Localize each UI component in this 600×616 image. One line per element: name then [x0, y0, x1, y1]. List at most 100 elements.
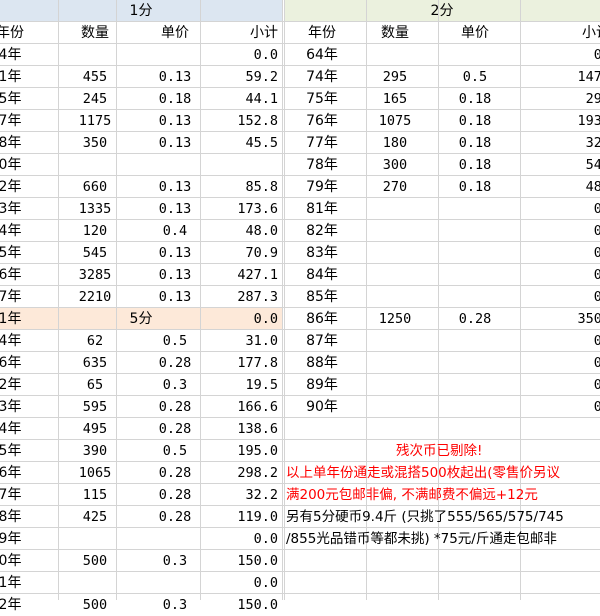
table-2fen-cell[interactable] [360, 198, 430, 220]
table-1fen-cell[interactable]: 0年 [0, 154, 60, 176]
table-1fen-cell[interactable] [200, 154, 278, 176]
table-1fen-cell[interactable]: 7年 [0, 110, 60, 132]
table-2fen-cell[interactable]: 1250 [360, 308, 430, 330]
table-5fen-cell[interactable]: 19.5 [200, 374, 278, 396]
table-2fen-cell[interactable] [360, 264, 430, 286]
table-2fen-cell[interactable]: 0. [500, 286, 600, 308]
table-5fen-cell[interactable]: 4年 [0, 418, 60, 440]
table-2fen-cell[interactable]: 1075 [360, 110, 430, 132]
table-5fen-cell[interactable]: 1065 [60, 462, 130, 484]
table-5fen-cell[interactable]: 32.2 [200, 484, 278, 506]
table-2fen-cell[interactable]: 74年 [284, 66, 360, 88]
table-5fen-cell[interactable]: 62 [60, 330, 130, 352]
table-5fen-cell[interactable]: 0.0 [200, 572, 278, 594]
table-1fen-cell[interactable]: 152.8 [200, 110, 278, 132]
table-2fen-cell[interactable]: 270 [360, 176, 430, 198]
table-2fen-cell[interactable] [360, 352, 430, 374]
table-1fen-cell[interactable]: 2年 [0, 176, 60, 198]
table-1fen-cell[interactable]: 120 [60, 220, 130, 242]
table-5fen-cell[interactable]: 8年 [0, 506, 60, 528]
table-1fen-cell[interactable]: 4年 [0, 44, 60, 66]
table-2fen-cell[interactable]: 77年 [284, 132, 360, 154]
table-2fen-cell[interactable]: 29. [500, 88, 600, 110]
table-2fen-cell[interactable]: 0. [500, 396, 600, 418]
table-2fen-cell[interactable]: 0. [500, 352, 600, 374]
table-1fen-cell[interactable] [60, 308, 130, 330]
table-5fen-cell[interactable]: 150.0 [200, 594, 278, 616]
table-2fen-cell[interactable]: 90年 [284, 396, 360, 418]
table-2fen-cell[interactable] [360, 374, 430, 396]
table-5fen-cell[interactable]: 5年 [0, 440, 60, 462]
table-2fen-cell[interactable] [360, 220, 430, 242]
table-2fen-cell[interactable]: 78年 [284, 154, 360, 176]
table-2fen-cell[interactable]: 147. [500, 66, 600, 88]
table-2fen-cell[interactable]: 84年 [284, 264, 360, 286]
table-5fen-cell[interactable]: 119.0 [200, 506, 278, 528]
table-1fen-cell[interactable]: 70.9 [200, 242, 278, 264]
table-5fen-cell[interactable]: 595 [60, 396, 130, 418]
table-2fen-cell[interactable]: 86年 [284, 308, 360, 330]
table-2fen-cell[interactable] [360, 44, 430, 66]
table-1fen-cell[interactable]: 5年 [0, 242, 60, 264]
table-2fen-cell[interactable] [360, 396, 430, 418]
table-1fen-cell[interactable]: 0.0 [200, 44, 278, 66]
table-1fen-cell[interactable]: 287.3 [200, 286, 278, 308]
table-5fen-cell[interactable]: 500 [60, 594, 130, 616]
table-5fen-cell[interactable]: 195.0 [200, 440, 278, 462]
table-2fen-cell[interactable]: 81年 [284, 198, 360, 220]
table-5fen-cell[interactable] [60, 572, 130, 594]
table-2fen-cell[interactable]: 82年 [284, 220, 360, 242]
table-5fen-cell[interactable] [60, 528, 130, 550]
table-2fen-cell[interactable]: 48. [500, 176, 600, 198]
table-1fen-cell[interactable]: 1175 [60, 110, 130, 132]
table-5fen-cell[interactable]: 65 [60, 374, 130, 396]
table-1fen-cell[interactable]: 3年 [0, 198, 60, 220]
table-2fen-cell[interactable]: 85年 [284, 286, 360, 308]
table-2fen-cell[interactable]: 0. [500, 198, 600, 220]
table-5fen-cell[interactable]: 0年 [0, 550, 60, 572]
table-2fen-cell[interactable]: 32. [500, 132, 600, 154]
table-1fen-cell[interactable]: 245 [60, 88, 130, 110]
table-1fen-cell[interactable]: 44.1 [200, 88, 278, 110]
table-5fen-cell[interactable]: 6年 [0, 462, 60, 484]
table-2fen-cell[interactable]: 300 [360, 154, 430, 176]
table-2fen-cell[interactable]: 87年 [284, 330, 360, 352]
table-2fen-cell[interactable]: 0. [500, 220, 600, 242]
table-2fen-cell[interactable]: 0. [500, 44, 600, 66]
table-2fen-cell[interactable]: 0. [500, 330, 600, 352]
table-5fen-cell[interactable]: 495 [60, 418, 130, 440]
table-5fen-cell[interactable]: 1年 [0, 572, 60, 594]
table-1fen-cell[interactable] [60, 154, 130, 176]
table-1fen-cell[interactable]: 427.1 [200, 264, 278, 286]
table-1fen-cell[interactable]: 6年 [0, 264, 60, 286]
table-1fen-cell[interactable]: 8年 [0, 132, 60, 154]
table-1fen-cell[interactable]: 48.0 [200, 220, 278, 242]
table-1fen-cell[interactable]: 1年 [0, 66, 60, 88]
table-5fen-cell[interactable]: 150.0 [200, 550, 278, 572]
table-1fen-cell[interactable]: 455 [60, 66, 130, 88]
table-1fen-cell[interactable]: 2210 [60, 286, 130, 308]
table-2fen-cell[interactable] [360, 286, 430, 308]
table-1fen-cell[interactable]: 0.0 [200, 308, 278, 330]
table-5fen-cell[interactable]: 115 [60, 484, 130, 506]
table-2fen-cell[interactable] [360, 242, 430, 264]
table-2fen-cell[interactable]: 75年 [284, 88, 360, 110]
table-5fen-cell[interactable]: 0.0 [200, 528, 278, 550]
table-2fen-cell[interactable]: 88年 [284, 352, 360, 374]
table-5fen-cell[interactable]: 500 [60, 550, 130, 572]
table-2fen-cell[interactable]: 76年 [284, 110, 360, 132]
table-5fen-cell[interactable]: 425 [60, 506, 130, 528]
table-2fen-cell[interactable]: 83年 [284, 242, 360, 264]
table-1fen-cell[interactable]: 59.2 [200, 66, 278, 88]
table-1fen-cell[interactable]: 85.8 [200, 176, 278, 198]
table-1fen-cell[interactable]: 545 [60, 242, 130, 264]
table-1fen-cell[interactable]: 4年 [0, 220, 60, 242]
table-5fen-cell[interactable]: 2年 [0, 594, 60, 616]
table-5fen-cell[interactable]: 138.6 [200, 418, 278, 440]
table-1fen-cell[interactable]: 45.5 [200, 132, 278, 154]
table-1fen-cell[interactable]: 660 [60, 176, 130, 198]
table-5fen-cell[interactable]: 7年 [0, 484, 60, 506]
table-1fen-cell[interactable]: 5年 [0, 88, 60, 110]
table-5fen-cell[interactable]: 166.6 [200, 396, 278, 418]
table-5fen-cell[interactable]: 6年 [0, 352, 60, 374]
